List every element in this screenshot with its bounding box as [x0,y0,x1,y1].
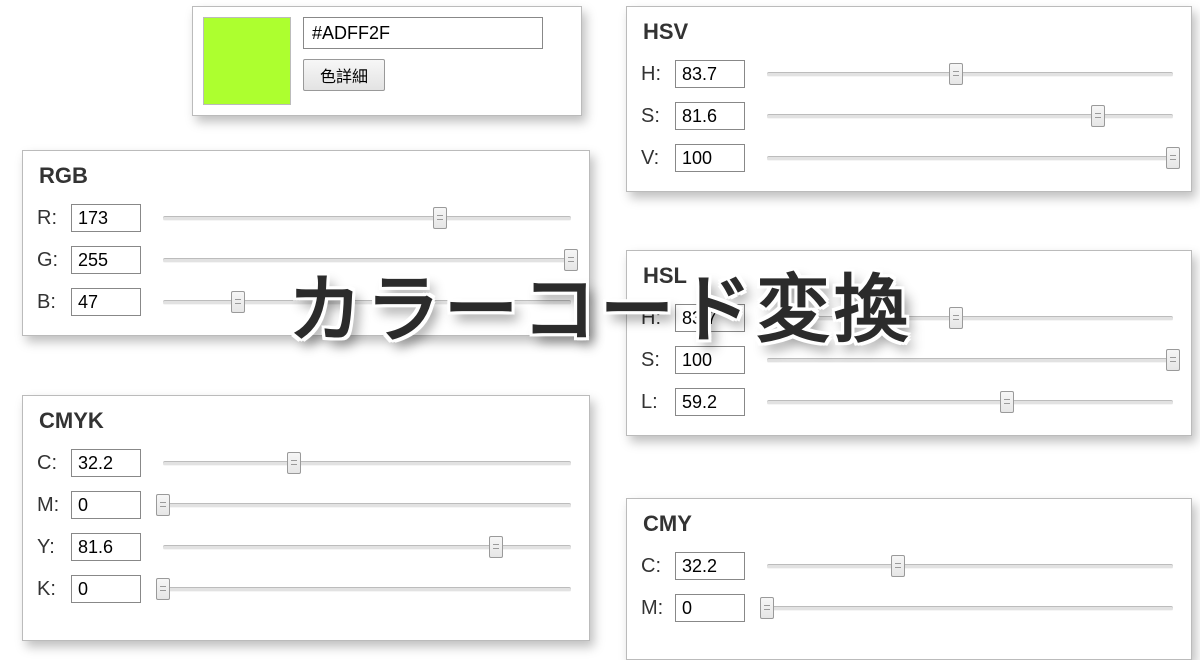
cmyk-panel: CMYK C: M: Y: K: [22,395,590,641]
row-label: B: [37,291,71,314]
rgb-title: RGB [39,163,575,189]
slider-thumb[interactable] [564,249,578,271]
row-label: H: [641,307,675,330]
value-row: G: [37,239,575,281]
value-input[interactable] [71,491,141,519]
slider-thumb[interactable] [156,578,170,600]
slider[interactable] [163,536,571,558]
value-row: B: [37,281,575,323]
hsl-panel: HSL H: S: L: [626,250,1192,436]
slider-thumb[interactable] [156,494,170,516]
row-label: M: [37,494,71,517]
slider-thumb[interactable] [1166,147,1180,169]
row-label: S: [641,105,675,128]
value-input[interactable] [71,246,141,274]
slider-thumb[interactable] [760,597,774,619]
value-row: R: [37,197,575,239]
value-input[interactable] [675,304,745,332]
slider[interactable] [767,555,1173,577]
hsv-panel: HSV H: S: V: [626,6,1192,192]
slider-thumb[interactable] [1091,105,1105,127]
value-input[interactable] [675,144,745,172]
cmy-title: CMY [643,511,1177,537]
slider-thumb[interactable] [949,63,963,85]
slider[interactable] [163,452,571,474]
value-row: M: [641,587,1177,629]
value-row: S: [641,339,1177,381]
value-row: Y: [37,526,575,568]
slider[interactable] [163,249,571,271]
slider-thumb[interactable] [1166,349,1180,371]
value-row: M: [37,484,575,526]
value-row: K: [37,568,575,610]
slider[interactable] [163,207,571,229]
value-row: C: [37,442,575,484]
slider-thumb[interactable] [287,452,301,474]
value-input[interactable] [71,204,141,232]
slider-thumb[interactable] [891,555,905,577]
value-input[interactable] [71,575,141,603]
row-label: S: [641,349,675,372]
row-label: C: [641,555,675,578]
slider-thumb[interactable] [949,307,963,329]
value-row: H: [641,297,1177,339]
value-input[interactable] [675,552,745,580]
cmy-panel: CMY C: M: [626,498,1192,660]
row-label: L: [641,391,675,414]
value-input[interactable] [71,449,141,477]
slider[interactable] [767,597,1173,619]
rgb-panel: RGB R: G: B: [22,150,590,336]
value-row: V: [641,137,1177,179]
row-label: K: [37,578,71,601]
slider-thumb[interactable] [231,291,245,313]
color-swatch [203,17,291,105]
value-row: C: [641,545,1177,587]
value-input[interactable] [71,533,141,561]
row-label: V: [641,147,675,170]
row-label: H: [641,63,675,86]
row-label: M: [641,597,675,620]
hsv-title: HSV [643,19,1177,45]
slider[interactable] [163,494,571,516]
value-row: S: [641,95,1177,137]
hex-panel: 色詳細 [192,6,582,116]
color-detail-button[interactable]: 色詳細 [303,59,385,91]
value-input[interactable] [675,60,745,88]
value-row: L: [641,381,1177,423]
row-label: Y: [37,536,71,559]
value-input[interactable] [675,102,745,130]
value-input[interactable] [71,288,141,316]
slider[interactable] [163,291,571,313]
slider[interactable] [767,391,1173,413]
slider[interactable] [163,578,571,600]
value-input[interactable] [675,388,745,416]
slider-thumb[interactable] [1000,391,1014,413]
row-label: R: [37,207,71,230]
slider[interactable] [767,105,1173,127]
row-label: C: [37,452,71,475]
value-row: H: [641,53,1177,95]
slider[interactable] [767,307,1173,329]
slider[interactable] [767,349,1173,371]
row-label: G: [37,249,71,272]
hex-input[interactable] [303,17,543,49]
slider[interactable] [767,63,1173,85]
slider-thumb[interactable] [489,536,503,558]
slider[interactable] [767,147,1173,169]
cmyk-title: CMYK [39,408,575,434]
value-input[interactable] [675,346,745,374]
hsl-title: HSL [643,263,1177,289]
slider-thumb[interactable] [433,207,447,229]
value-input[interactable] [675,594,745,622]
